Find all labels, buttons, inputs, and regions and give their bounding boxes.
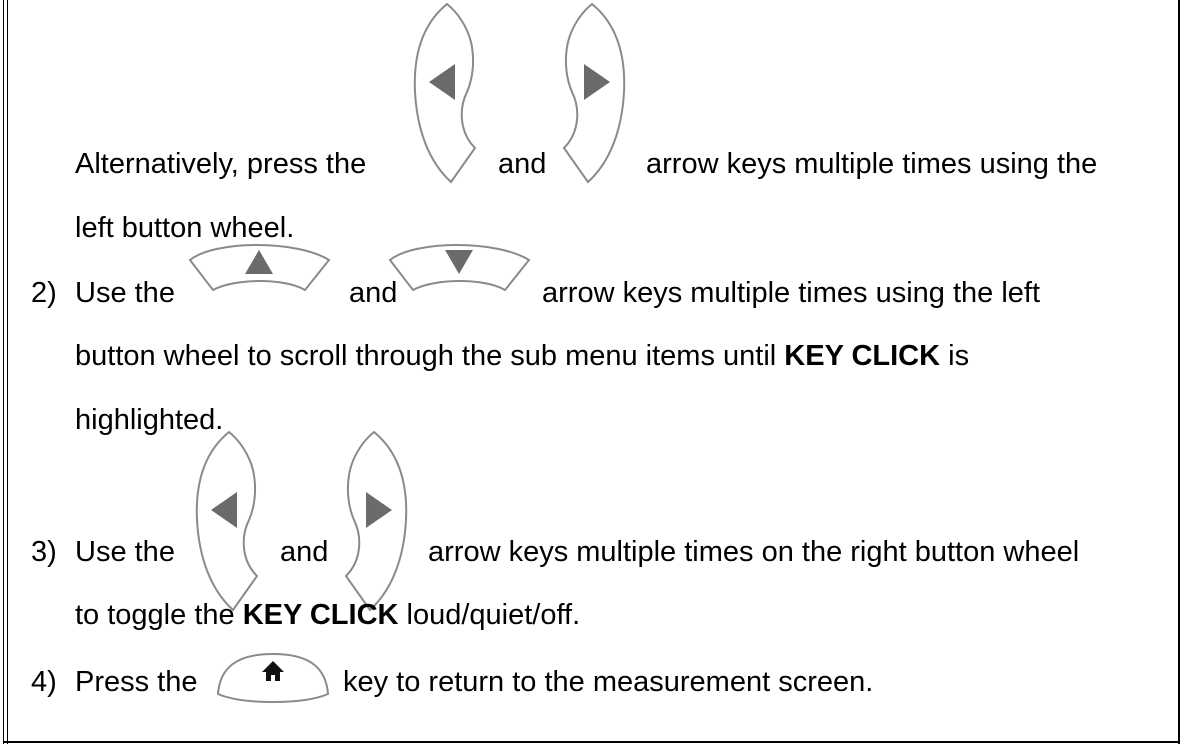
- step-3-prefix: Use the: [75, 536, 175, 568]
- step-2-suffix: arrow keys multiple times using the left: [542, 277, 1041, 309]
- paragraph-1-suffix: arrow keys multiple times using the: [646, 148, 1098, 180]
- frame-left-outer-line: [3, 0, 4, 744]
- right-arrow-key-icon: [344, 430, 408, 612]
- step-3-number: 3): [31, 536, 57, 568]
- paragraph-1-prefix: Alternatively, press the: [75, 148, 367, 180]
- frame-bottom-line: [3, 741, 1180, 743]
- step-2-line2-b: is: [948, 340, 970, 372]
- frame-right-line: [1178, 0, 1180, 744]
- step-2-key-click: KEY CLICK: [784, 340, 941, 372]
- left-arrow-key-icon: [413, 2, 477, 184]
- frame-left-inner-line: [7, 0, 8, 744]
- up-arrow-key-icon: [188, 244, 331, 292]
- step-2-line2-a: button wheel to scroll through the sub m…: [75, 340, 777, 372]
- step-4-number: 4): [31, 666, 57, 698]
- step-3-key-click: KEY CLICK: [242, 599, 399, 631]
- step-2-line2: button wheel to scroll through the sub m…: [75, 339, 969, 373]
- left-arrow-key-icon: [195, 430, 259, 612]
- step-3-line2-b: loud/quiet/off.: [406, 599, 581, 631]
- paragraph-1-and: and: [498, 148, 547, 180]
- home-key-icon: [216, 652, 330, 704]
- right-arrow-key-icon: [562, 2, 626, 184]
- step-2-prefix: Use the: [75, 277, 175, 309]
- step-4-prefix: Press the: [75, 666, 198, 698]
- step-3-and: and: [280, 536, 329, 568]
- down-arrow-key-icon: [388, 244, 531, 292]
- step-3-line2: to toggle the KEY CLICK loud/quiet/off.: [75, 598, 580, 632]
- step-3-line2-a: to toggle the: [75, 599, 235, 631]
- step-2-number: 2): [31, 277, 57, 309]
- step-3-suffix: arrow keys multiple times on the right b…: [428, 536, 1080, 568]
- step-4-suffix: key to return to the measurement screen.: [343, 666, 874, 698]
